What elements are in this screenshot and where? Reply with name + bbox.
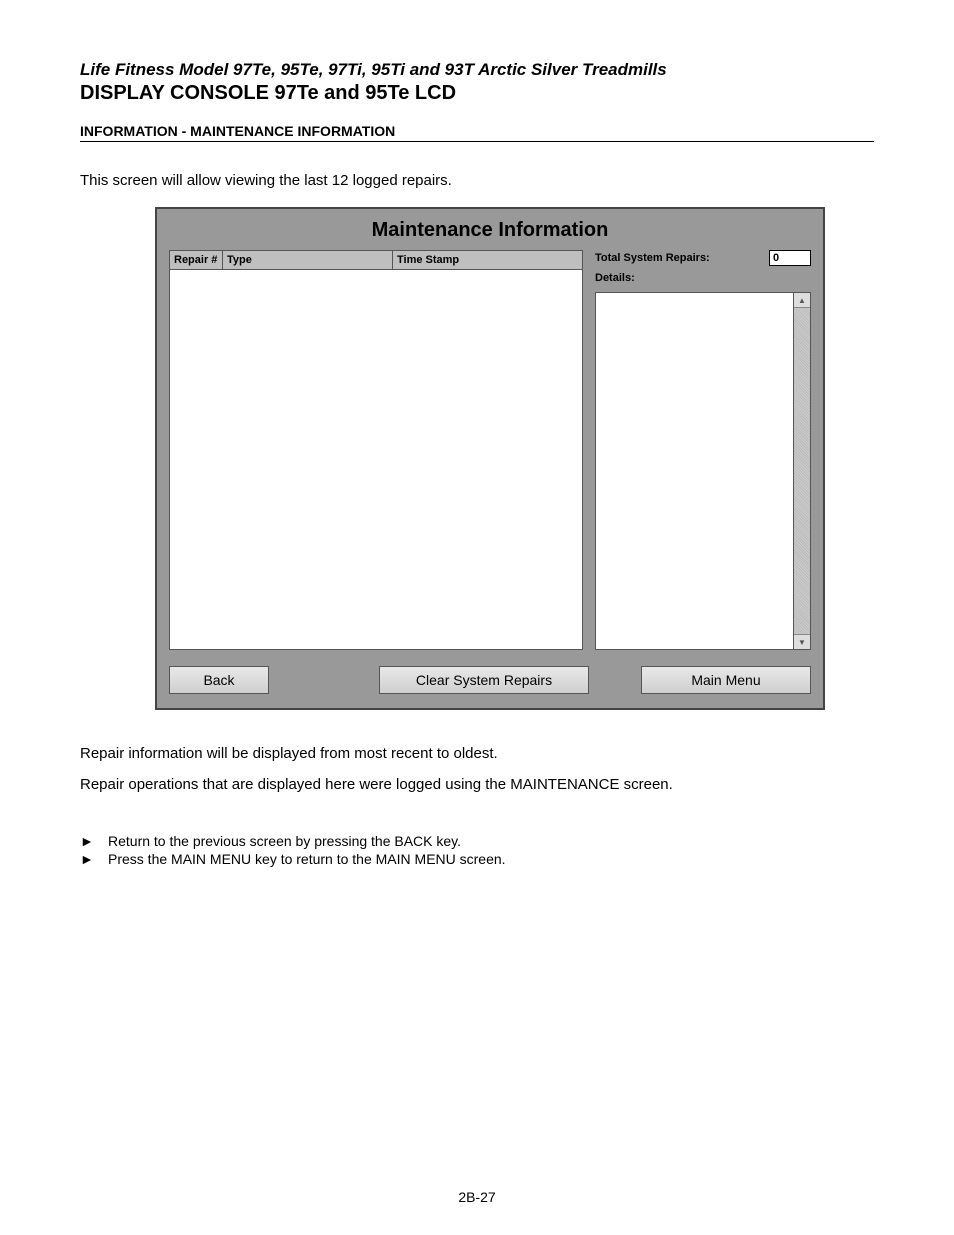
details-label: Details: xyxy=(595,272,811,284)
bullet-1: Return to the previous screen by pressin… xyxy=(108,833,461,849)
back-button[interactable]: Back xyxy=(169,666,269,694)
main-menu-button[interactable]: Main Menu xyxy=(641,666,811,694)
total-repairs-value: 0 xyxy=(769,250,811,266)
post-text-1: Repair information will be displayed fro… xyxy=(80,745,874,762)
total-repairs-label: Total System Repairs: xyxy=(595,252,761,264)
intro-text: This screen will allow viewing the last … xyxy=(80,172,874,189)
clear-system-repairs-button[interactable]: Clear System Repairs xyxy=(379,666,589,694)
bullet-2: Press the MAIN MENU key to return to the… xyxy=(108,851,506,867)
scroll-down-icon[interactable]: ▼ xyxy=(794,634,810,649)
bullet-arrow-icon: ► xyxy=(80,851,94,867)
console-line: DISPLAY CONSOLE 97Te and 95Te LCD xyxy=(80,82,874,105)
col-time-header: Time Stamp xyxy=(393,250,583,270)
section-heading: INFORMATION - MAINTENANCE INFORMATION xyxy=(80,123,874,142)
page-number: 2B-27 xyxy=(0,1189,954,1205)
repair-table-body[interactable] xyxy=(169,270,583,650)
col-type-header: Type xyxy=(223,250,393,270)
details-textarea[interactable] xyxy=(595,292,794,650)
details-scrollbar[interactable]: ▲ ▼ xyxy=(794,292,811,650)
post-text-2: Repair operations that are displayed her… xyxy=(80,776,874,793)
model-line: Life Fitness Model 97Te, 95Te, 97Ti, 95T… xyxy=(80,60,874,80)
col-repair-header: Repair # xyxy=(169,250,223,270)
maintenance-panel: Maintenance Information Repair # Type Ti… xyxy=(155,207,825,710)
scroll-up-icon[interactable]: ▲ xyxy=(794,293,810,308)
panel-title: Maintenance Information xyxy=(157,209,823,250)
bullet-arrow-icon: ► xyxy=(80,833,94,849)
repair-table: Repair # Type Time Stamp xyxy=(169,250,583,650)
